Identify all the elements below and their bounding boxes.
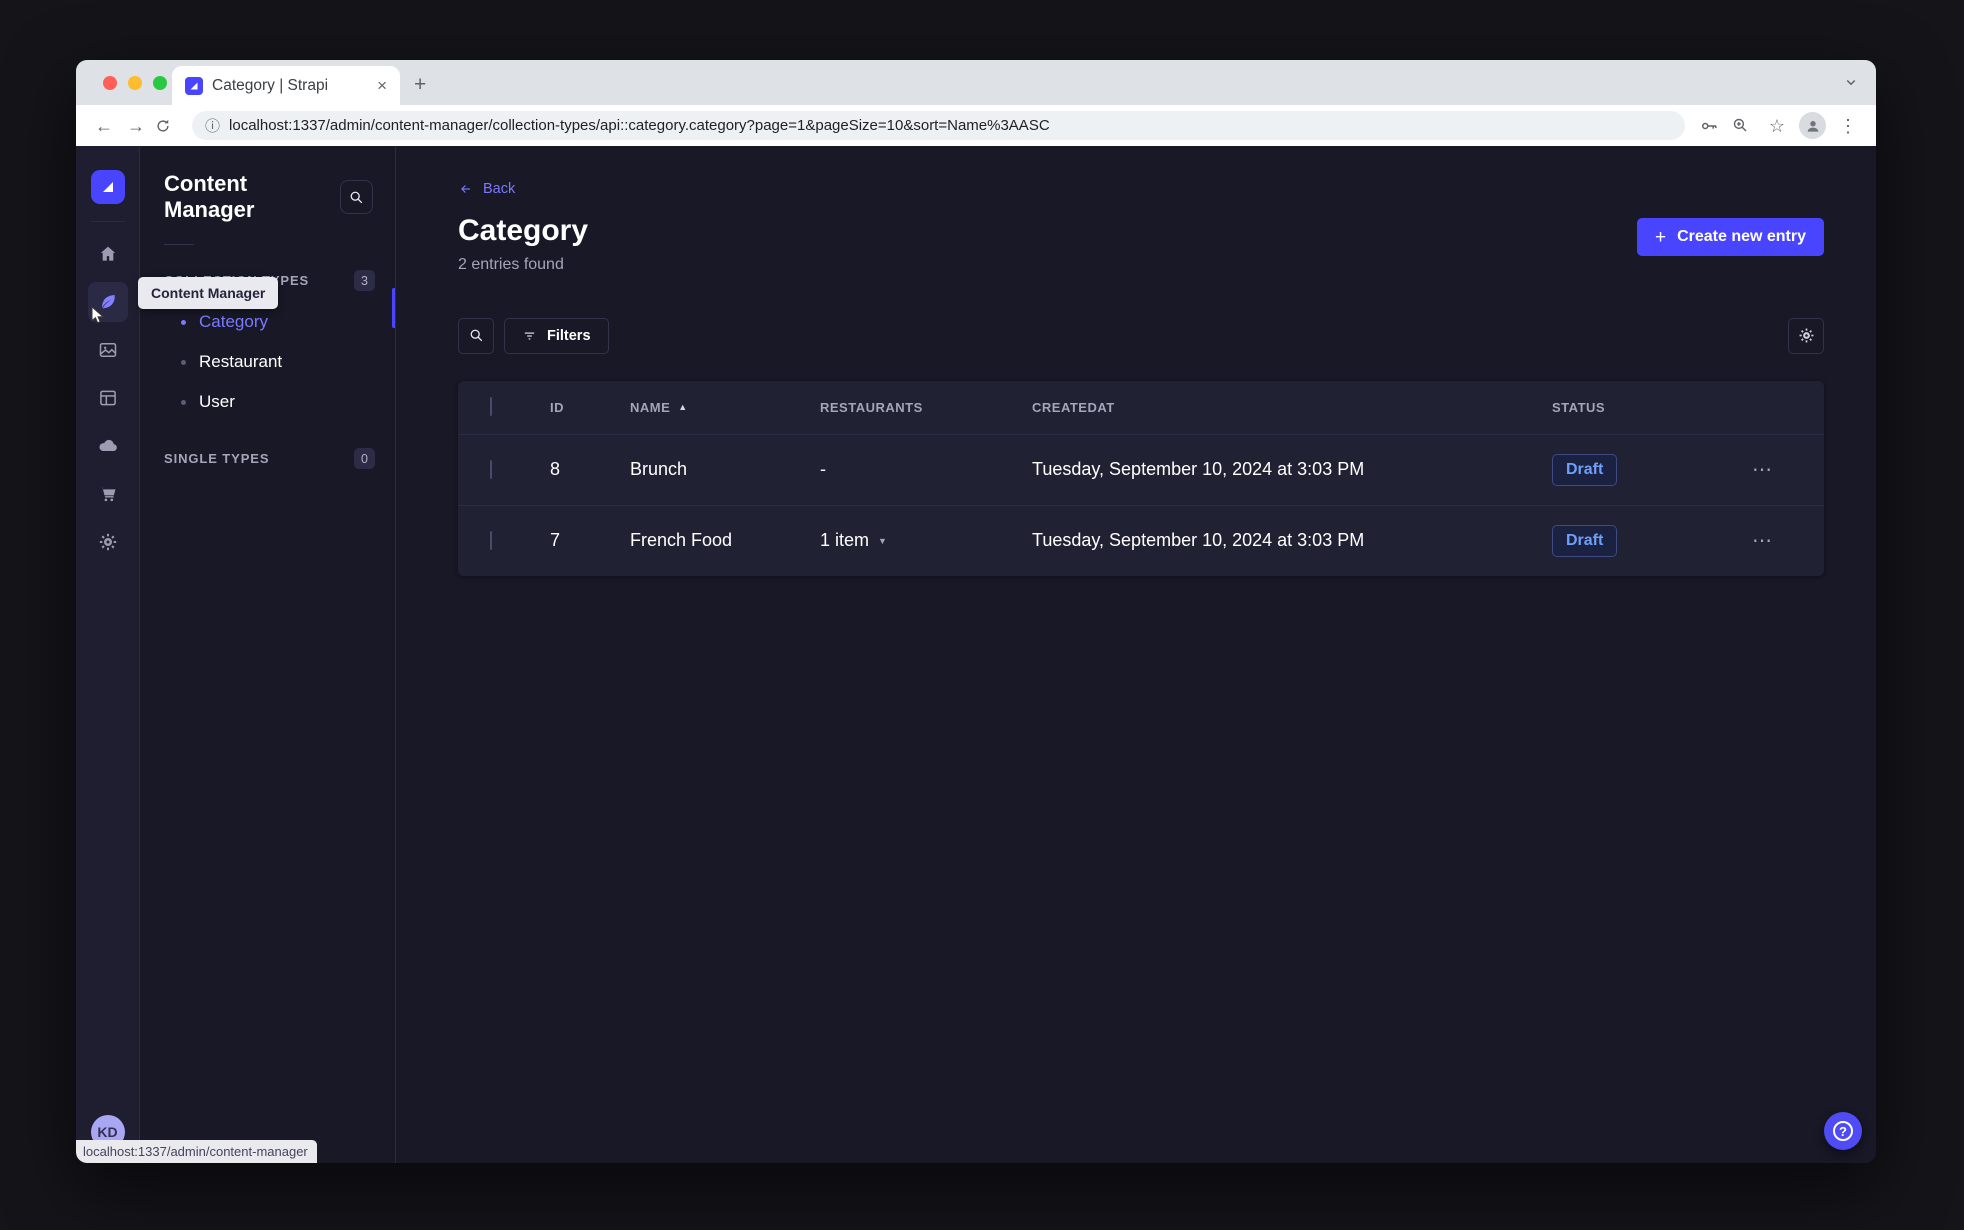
main-nav-rail: KD <box>76 146 140 1163</box>
filters-label: Filters <box>547 327 591 344</box>
cell-createdat: Tuesday, September 10, 2024 at 3:03 PM <box>1032 459 1365 479</box>
header-name-sort[interactable]: NAME ▲ <box>630 400 820 415</box>
sidebar-item-user[interactable]: User <box>140 382 395 422</box>
table-row[interactable]: 7 French Food 1 item ▼ Tuesday, Septembe… <box>458 504 1824 576</box>
relations-dropdown[interactable]: 1 item ▼ <box>820 530 887 551</box>
browser-back-button[interactable]: ← <box>90 117 118 135</box>
strapi-admin: KD Content Manager COLLECTION TYPES 3 Ca… <box>76 146 1876 1163</box>
row-actions-menu[interactable]: ⋯ <box>1752 531 1772 551</box>
cell-id: 7 <box>550 530 561 550</box>
question-mark-icon: ? <box>1833 1121 1853 1141</box>
sidebar-item-label: Restaurant <box>199 352 283 371</box>
header-createdat: CREATEDAT <box>1032 399 1115 415</box>
cell-createdat: Tuesday, September 10, 2024 at 3:03 PM <box>1032 530 1365 550</box>
entries-count: 2 entries found <box>458 255 564 273</box>
strapi-logo[interactable] <box>90 170 125 204</box>
row-checkbox[interactable] <box>490 530 492 550</box>
create-new-entry-label: Create new entry <box>1677 228 1806 245</box>
status-badge: Draft <box>1552 453 1618 486</box>
tab-strip: Category | Strapi × + <box>76 60 1876 105</box>
new-tab-button[interactable]: + <box>414 74 426 95</box>
caret-down-icon: ▼ <box>878 535 887 546</box>
nav-media-library[interactable] <box>88 330 128 370</box>
cell-name: French Food <box>630 530 733 550</box>
browser-window: Category | Strapi × + ← → ⓘ localhost:13… <box>76 60 1876 1163</box>
bullet-icon <box>181 359 186 365</box>
subnav-search-button[interactable] <box>339 180 373 214</box>
rail-divider <box>90 221 125 222</box>
cursor-pointer-icon <box>90 306 107 325</box>
password-key-icon[interactable] <box>1699 116 1727 136</box>
header-restaurants: RESTAURANTS <box>820 399 923 415</box>
zoom-window-button[interactable] <box>153 76 167 90</box>
status-badge: Draft <box>1552 524 1618 557</box>
nav-tooltip: Content Manager <box>138 277 279 309</box>
sidebar-item-label: User <box>199 392 235 411</box>
row-checkbox[interactable] <box>490 459 492 479</box>
single-types-count: 0 <box>354 448 375 469</box>
nav-deploy-cloud[interactable] <box>88 426 128 466</box>
nav-content-manager[interactable] <box>87 282 128 325</box>
url-text: localhost:1337/admin/content-manager/col… <box>229 117 1050 134</box>
view-settings-button[interactable] <box>1788 317 1824 354</box>
relations-count: 1 item <box>820 530 870 550</box>
tab-title: Category | Strapi <box>212 76 329 94</box>
cell-restaurants: - <box>820 459 826 479</box>
nav-settings[interactable] <box>88 522 128 562</box>
create-new-entry-button[interactable]: + Create new entry <box>1636 218 1824 256</box>
table-search-button[interactable] <box>458 317 494 354</box>
browser-reload-button[interactable] <box>154 117 182 135</box>
collection-types-count: 3 <box>354 270 375 291</box>
sidebar-item-restaurant[interactable]: Restaurant <box>140 342 395 382</box>
bullet-icon <box>181 399 186 405</box>
cell-id: 8 <box>550 459 561 479</box>
nav-marketplace[interactable] <box>88 474 128 514</box>
bullet-icon <box>181 319 186 325</box>
table-header-row: ID NAME ▲ RESTAURANTS CREATEDAT STATUS <box>458 381 1824 434</box>
subnav-divider <box>164 244 194 245</box>
sidebar-item-label: Category <box>199 312 268 331</box>
plus-icon: + <box>1654 226 1667 248</box>
back-label: Back <box>483 181 516 197</box>
page-info-icon[interactable]: ⓘ <box>205 115 220 136</box>
tab-search-chevron-icon[interactable] <box>1842 73 1860 91</box>
close-window-button[interactable] <box>103 76 117 90</box>
help-button[interactable]: ? <box>1824 1112 1862 1150</box>
table-row[interactable]: 8 Brunch - Tuesday, September 10, 2024 a… <box>458 433 1824 505</box>
link-preview-statusbar: localhost:1337/admin/content-manager <box>76 1140 317 1163</box>
subnav-title: Content Manager <box>164 171 255 222</box>
header-status: STATUS <box>1552 399 1606 415</box>
single-types-label: SINGLE TYPES <box>164 451 270 466</box>
bookmark-star-icon[interactable]: ☆ <box>1763 117 1791 135</box>
browser-tab[interactable]: Category | Strapi × <box>172 66 400 105</box>
select-all-checkbox[interactable] <box>490 397 492 416</box>
header-id: ID <box>550 399 564 415</box>
browser-toolbar: ← → ⓘ localhost:1337/admin/content-manag… <box>76 105 1876 146</box>
sort-asc-icon: ▲ <box>678 402 688 412</box>
zoom-in-icon[interactable] <box>1731 116 1759 135</box>
active-item-indicator <box>392 288 395 328</box>
entries-table: ID NAME ▲ RESTAURANTS CREATEDAT STATUS 8… <box>458 380 1824 576</box>
cell-name: Brunch <box>630 459 688 479</box>
tab-close-icon[interactable]: × <box>374 76 390 96</box>
address-bar[interactable]: ⓘ localhost:1337/admin/content-manager/c… <box>192 111 1685 140</box>
page-title: Category <box>458 214 589 247</box>
row-actions-menu[interactable]: ⋯ <box>1752 460 1772 480</box>
main-content: Back Category 2 entries found + Create n… <box>396 146 1876 1163</box>
strapi-favicon-icon <box>185 76 203 95</box>
traffic-lights <box>103 76 167 90</box>
browser-profile-avatar[interactable] <box>1799 112 1826 139</box>
minimize-window-button[interactable] <box>128 76 142 90</box>
nav-content-type-builder[interactable] <box>88 378 128 418</box>
browser-forward-button[interactable]: → <box>122 117 150 135</box>
nav-home[interactable] <box>88 234 128 274</box>
filters-button[interactable]: Filters <box>504 317 609 354</box>
back-link[interactable]: Back <box>458 181 515 197</box>
filter-icon <box>524 332 535 339</box>
browser-menu-icon[interactable]: ⋮ <box>1834 117 1862 135</box>
